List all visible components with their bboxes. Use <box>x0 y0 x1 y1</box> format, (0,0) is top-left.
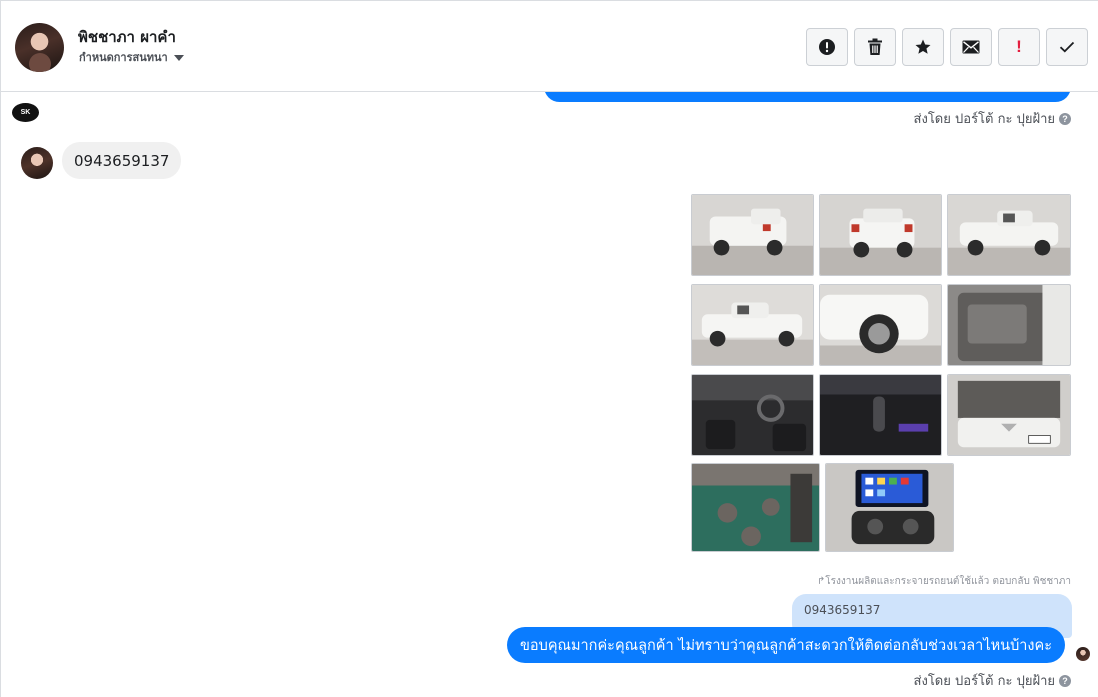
sent-by-label: ส่งโดย ปอร์โต้ กะ ปุยฝ้าย ? <box>914 108 1071 129</box>
received-message-bubble[interactable]: 0943659137 <box>62 142 182 179</box>
photo-battery-terminals[interactable] <box>691 463 820 552</box>
exclamation-icon: ! <box>1016 37 1022 56</box>
photo-truck-wheel-front[interactable] <box>819 284 942 366</box>
envelope-icon <box>962 40 980 54</box>
help-icon[interactable]: ? <box>1059 112 1071 125</box>
conversation-panel: พิชชาภา ผาคำ กำหนดการสนทนา ! ส่งโดย ปอร์… <box>0 0 1098 697</box>
sent-by-text: ส่งโดย ปอร์โต้ กะ ปุยฝ้าย <box>913 112 1055 127</box>
quoted-text: 0943659137 <box>804 603 881 617</box>
conversation-header: พิชชาภา ผาคำ กำหนดการสนทนา ! <box>1 1 1098 92</box>
follow-up-button[interactable]: ! <box>998 28 1040 66</box>
contact-avatar[interactable] <box>15 23 64 72</box>
caret-down-icon <box>173 54 184 61</box>
mark-unread-button[interactable] <box>950 28 992 66</box>
sent-by-label-2: ส่งโดย ปอร์โต้ กะ ปุยฝ้าย ? <box>914 670 1071 691</box>
photo-touchscreen-radio[interactable] <box>825 463 954 552</box>
star-button[interactable] <box>902 28 944 66</box>
photo-truck-rear[interactable] <box>819 194 942 276</box>
photo-door-interior[interactable] <box>947 284 1071 366</box>
sent-message-bubble[interactable]: ขอบคุณมากค่ะคุณลูกค้า ไม่ทราบว่าคุณลูกค้… <box>507 627 1066 663</box>
star-icon <box>915 39 931 54</box>
alert-circle-icon <box>819 39 835 55</box>
reply-context-note: ↱โรงงานผลิตและกระจายรถยนต์ใช้แล้ว ตอบกลั… <box>816 576 1071 587</box>
sender-avatar <box>21 147 53 179</box>
help-icon[interactable]: ? <box>1059 674 1071 687</box>
assign-conversation-dropdown[interactable]: กำหนดการสนทนา <box>79 48 184 66</box>
photo-gear-shifter[interactable] <box>819 374 942 456</box>
check-icon <box>1059 41 1075 53</box>
seen-receipt-avatar <box>1076 647 1090 661</box>
photo-dashboard-interior[interactable] <box>691 374 814 456</box>
header-toolbar: ! <box>806 28 1088 66</box>
photo-truck-rear-left[interactable] <box>691 194 814 276</box>
photo-engine-bay[interactable] <box>947 374 1071 456</box>
photo-truck-side-right[interactable] <box>947 194 1071 276</box>
photo-truck-side-left[interactable] <box>691 284 814 366</box>
done-button[interactable] <box>1046 28 1088 66</box>
spam-button[interactable] <box>806 28 848 66</box>
page-logo-avatar: SK <box>12 103 39 122</box>
assign-label: กำหนดการสนทนา <box>79 51 168 64</box>
contact-name[interactable]: พิชชาภา ผาคำ <box>78 25 176 49</box>
trash-icon <box>868 38 882 55</box>
delete-button[interactable] <box>854 28 896 66</box>
sent-by-text-2: ส่งโดย ปอร์โต้ กะ ปุยฝ้าย <box>913 674 1055 689</box>
photo-gallery <box>691 194 1071 552</box>
